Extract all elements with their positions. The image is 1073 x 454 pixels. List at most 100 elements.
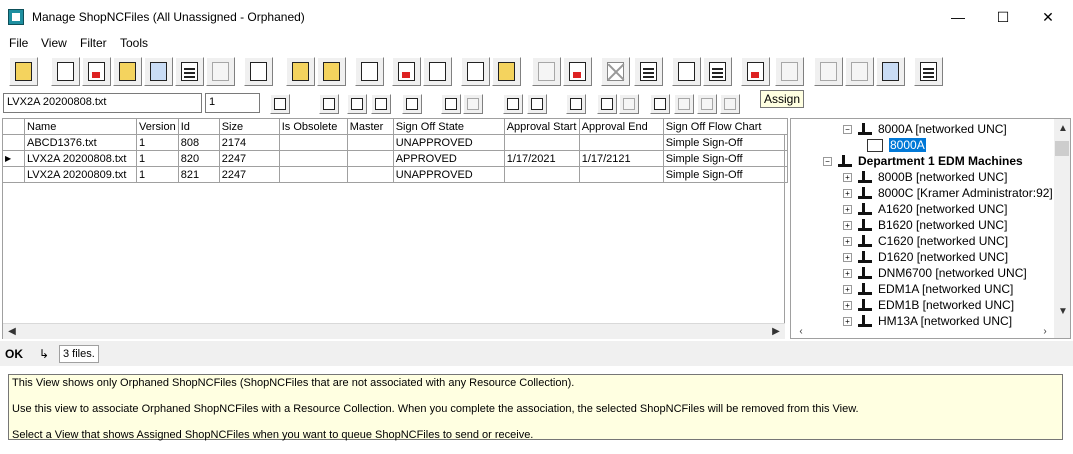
tree-scroll-left-arrow-icon[interactable]: ‹ (793, 323, 809, 339)
tree-item[interactable]: + C1620 [networked UNC] (843, 233, 1008, 249)
copy-document-button[interactable] (423, 57, 452, 86)
cell-size[interactable]: 2247 (218, 166, 280, 183)
tree-scroll-thumb[interactable] (1055, 141, 1069, 156)
cell-master[interactable] (346, 150, 394, 167)
tree-item[interactable]: + B1620 [networked UNC] (843, 217, 1007, 233)
move-button[interactable] (532, 57, 561, 86)
people-button[interactable] (441, 94, 461, 114)
cell-sign-off-state[interactable]: APPROVED (392, 150, 505, 167)
cell-is-obsolete[interactable] (278, 134, 348, 151)
expand-icon[interactable]: + (843, 236, 852, 246)
cell-name[interactable]: LVX2A 20200808.txt (24, 150, 137, 167)
col-master[interactable]: Master (346, 118, 394, 135)
tree-item[interactable]: + EDM1A [networked UNC] (843, 281, 1013, 297)
layers-button[interactable] (402, 94, 422, 114)
col-sign-off-state[interactable]: Sign Off State (392, 118, 505, 135)
envelope-button[interactable] (355, 57, 384, 86)
tree-scroll-right-arrow-icon[interactable]: › (1037, 323, 1053, 339)
assign-button[interactable] (741, 57, 770, 86)
close-button[interactable]: ✕ (1025, 0, 1071, 34)
tree-item[interactable]: − 8000A [networked UNC] (843, 121, 1007, 137)
tree-item[interactable]: + A1620 [networked UNC] (843, 201, 1007, 217)
cell-sign-off-flow-chart[interactable]: Simple Sign-Off (662, 150, 788, 167)
expand-icon[interactable]: + (843, 300, 852, 310)
tree-item[interactable]: +8000C [Kramer Administrator:92] (843, 185, 1053, 201)
current-row-indicator-icon[interactable]: ▶ (2, 150, 25, 167)
expand-icon[interactable]: + (843, 284, 852, 294)
cell-is-obsolete[interactable] (278, 150, 348, 167)
cell-sign-off-flow-chart[interactable]: Simple Sign-Off (662, 134, 788, 151)
cell-approval-start[interactable] (503, 166, 580, 183)
expand-icon[interactable]: + (843, 268, 852, 278)
version-filter-input[interactable]: 1 (205, 93, 260, 113)
cell-size[interactable]: 2174 (218, 134, 280, 151)
scroll-down-arrow-icon[interactable]: ▼ (1055, 303, 1071, 319)
col-is-obsolete[interactable]: Is Obsolete (278, 118, 348, 135)
cell-version[interactable]: 1 (136, 150, 179, 167)
cancel-button[interactable] (601, 57, 630, 86)
cell-sign-off-flow-chart[interactable]: Simple Sign-Off (662, 166, 788, 183)
cell-sign-off-state[interactable]: UNAPPROVED (392, 134, 505, 151)
expand-icon[interactable]: + (843, 252, 852, 262)
expand-icon[interactable]: + (843, 220, 852, 230)
cell-master[interactable] (346, 166, 394, 183)
binoculars-alt-button[interactable] (527, 94, 547, 114)
delete-button[interactable] (563, 57, 592, 86)
cell-id[interactable]: 820 (177, 150, 220, 167)
table-row[interactable]: ABCD1376.txt 1 808 2174 UNAPPROVED Simple Sig… (2, 134, 788, 151)
exit-button[interactable] (9, 57, 38, 86)
tree-item[interactable]: +8000B [networked UNC] (843, 169, 1007, 185)
resource-tree[interactable]: − 8000A [networked UNC] 8000A − Department 1… (790, 118, 1071, 339)
scroll-up-arrow-icon[interactable]: ▲ (1055, 120, 1071, 136)
compare-button[interactable] (703, 57, 732, 86)
people-disabled-button[interactable] (463, 94, 483, 114)
remove-button[interactable] (461, 57, 490, 86)
tree-item[interactable]: 8000A (867, 137, 926, 153)
properties-button[interactable] (876, 57, 905, 86)
doc-arrow-button[interactable] (597, 94, 617, 114)
print-preview-button[interactable] (206, 57, 235, 86)
grid-horizontal-scrollbar[interactable] (3, 323, 785, 339)
cell-is-obsolete[interactable] (278, 166, 348, 183)
cell-id[interactable]: 808 (177, 134, 220, 151)
maximize-button[interactable]: ☐ (980, 0, 1026, 34)
cell-version[interactable]: 1 (136, 166, 179, 183)
dark-panel-button[interactable] (347, 94, 367, 114)
tree-button[interactable] (319, 94, 339, 114)
scroll-right-arrow-icon[interactable]: ▶ (768, 323, 784, 339)
blue-panel-button[interactable] (371, 94, 391, 114)
new-help-button[interactable] (82, 57, 111, 86)
doc-left-button[interactable] (674, 94, 694, 114)
col-name[interactable]: Name (24, 118, 137, 135)
tree-group-item[interactable]: − Department 1 EDM Machines (823, 153, 1023, 169)
tree-item[interactable]: + EDM1B [networked UNC] (843, 297, 1014, 313)
minimize-button[interactable]: — (935, 0, 981, 34)
menu-file[interactable]: File (9, 36, 28, 50)
col-approval-start[interactable]: Approval Start (503, 118, 580, 135)
row-header[interactable] (2, 166, 25, 183)
col-size[interactable]: Size (218, 118, 280, 135)
cell-version[interactable]: 1 (136, 134, 179, 151)
binoculars-button[interactable] (503, 94, 523, 114)
unassign-button[interactable] (775, 57, 804, 86)
cell-size[interactable]: 2247 (218, 150, 280, 167)
table-row[interactable]: LVX2A 20200809.txt 1 821 2247 UNAPPROVED Simp… (2, 166, 788, 183)
expand-icon[interactable]: + (843, 188, 852, 198)
col-sign-off-flow-chart[interactable]: Sign Off Flow Chart (662, 118, 788, 135)
col-id[interactable]: Id (177, 118, 220, 135)
tree-item[interactable]: + DNM6700 [networked UNC] (843, 265, 1027, 281)
add-document-button[interactable] (392, 57, 421, 86)
cell-id[interactable]: 821 (177, 166, 220, 183)
cell-approval-start[interactable]: 1/17/2021 (503, 150, 580, 167)
table-row[interactable]: ▶ LVX2A 20200808.txt 1 820 2247 APPROVED 1/17/… (2, 150, 788, 167)
collapse-icon[interactable]: − (843, 124, 852, 134)
doc-right-button[interactable] (697, 94, 717, 114)
cell-approval-end[interactable] (578, 166, 664, 183)
copy-all-button[interactable] (845, 57, 874, 86)
doc-x-button[interactable] (619, 94, 639, 114)
copy-button[interactable] (814, 57, 843, 86)
expand-icon[interactable]: + (843, 204, 852, 214)
cell-approval-end[interactable] (578, 134, 664, 151)
expand-icon[interactable]: + (843, 172, 852, 182)
expand-icon[interactable]: + (843, 316, 852, 326)
